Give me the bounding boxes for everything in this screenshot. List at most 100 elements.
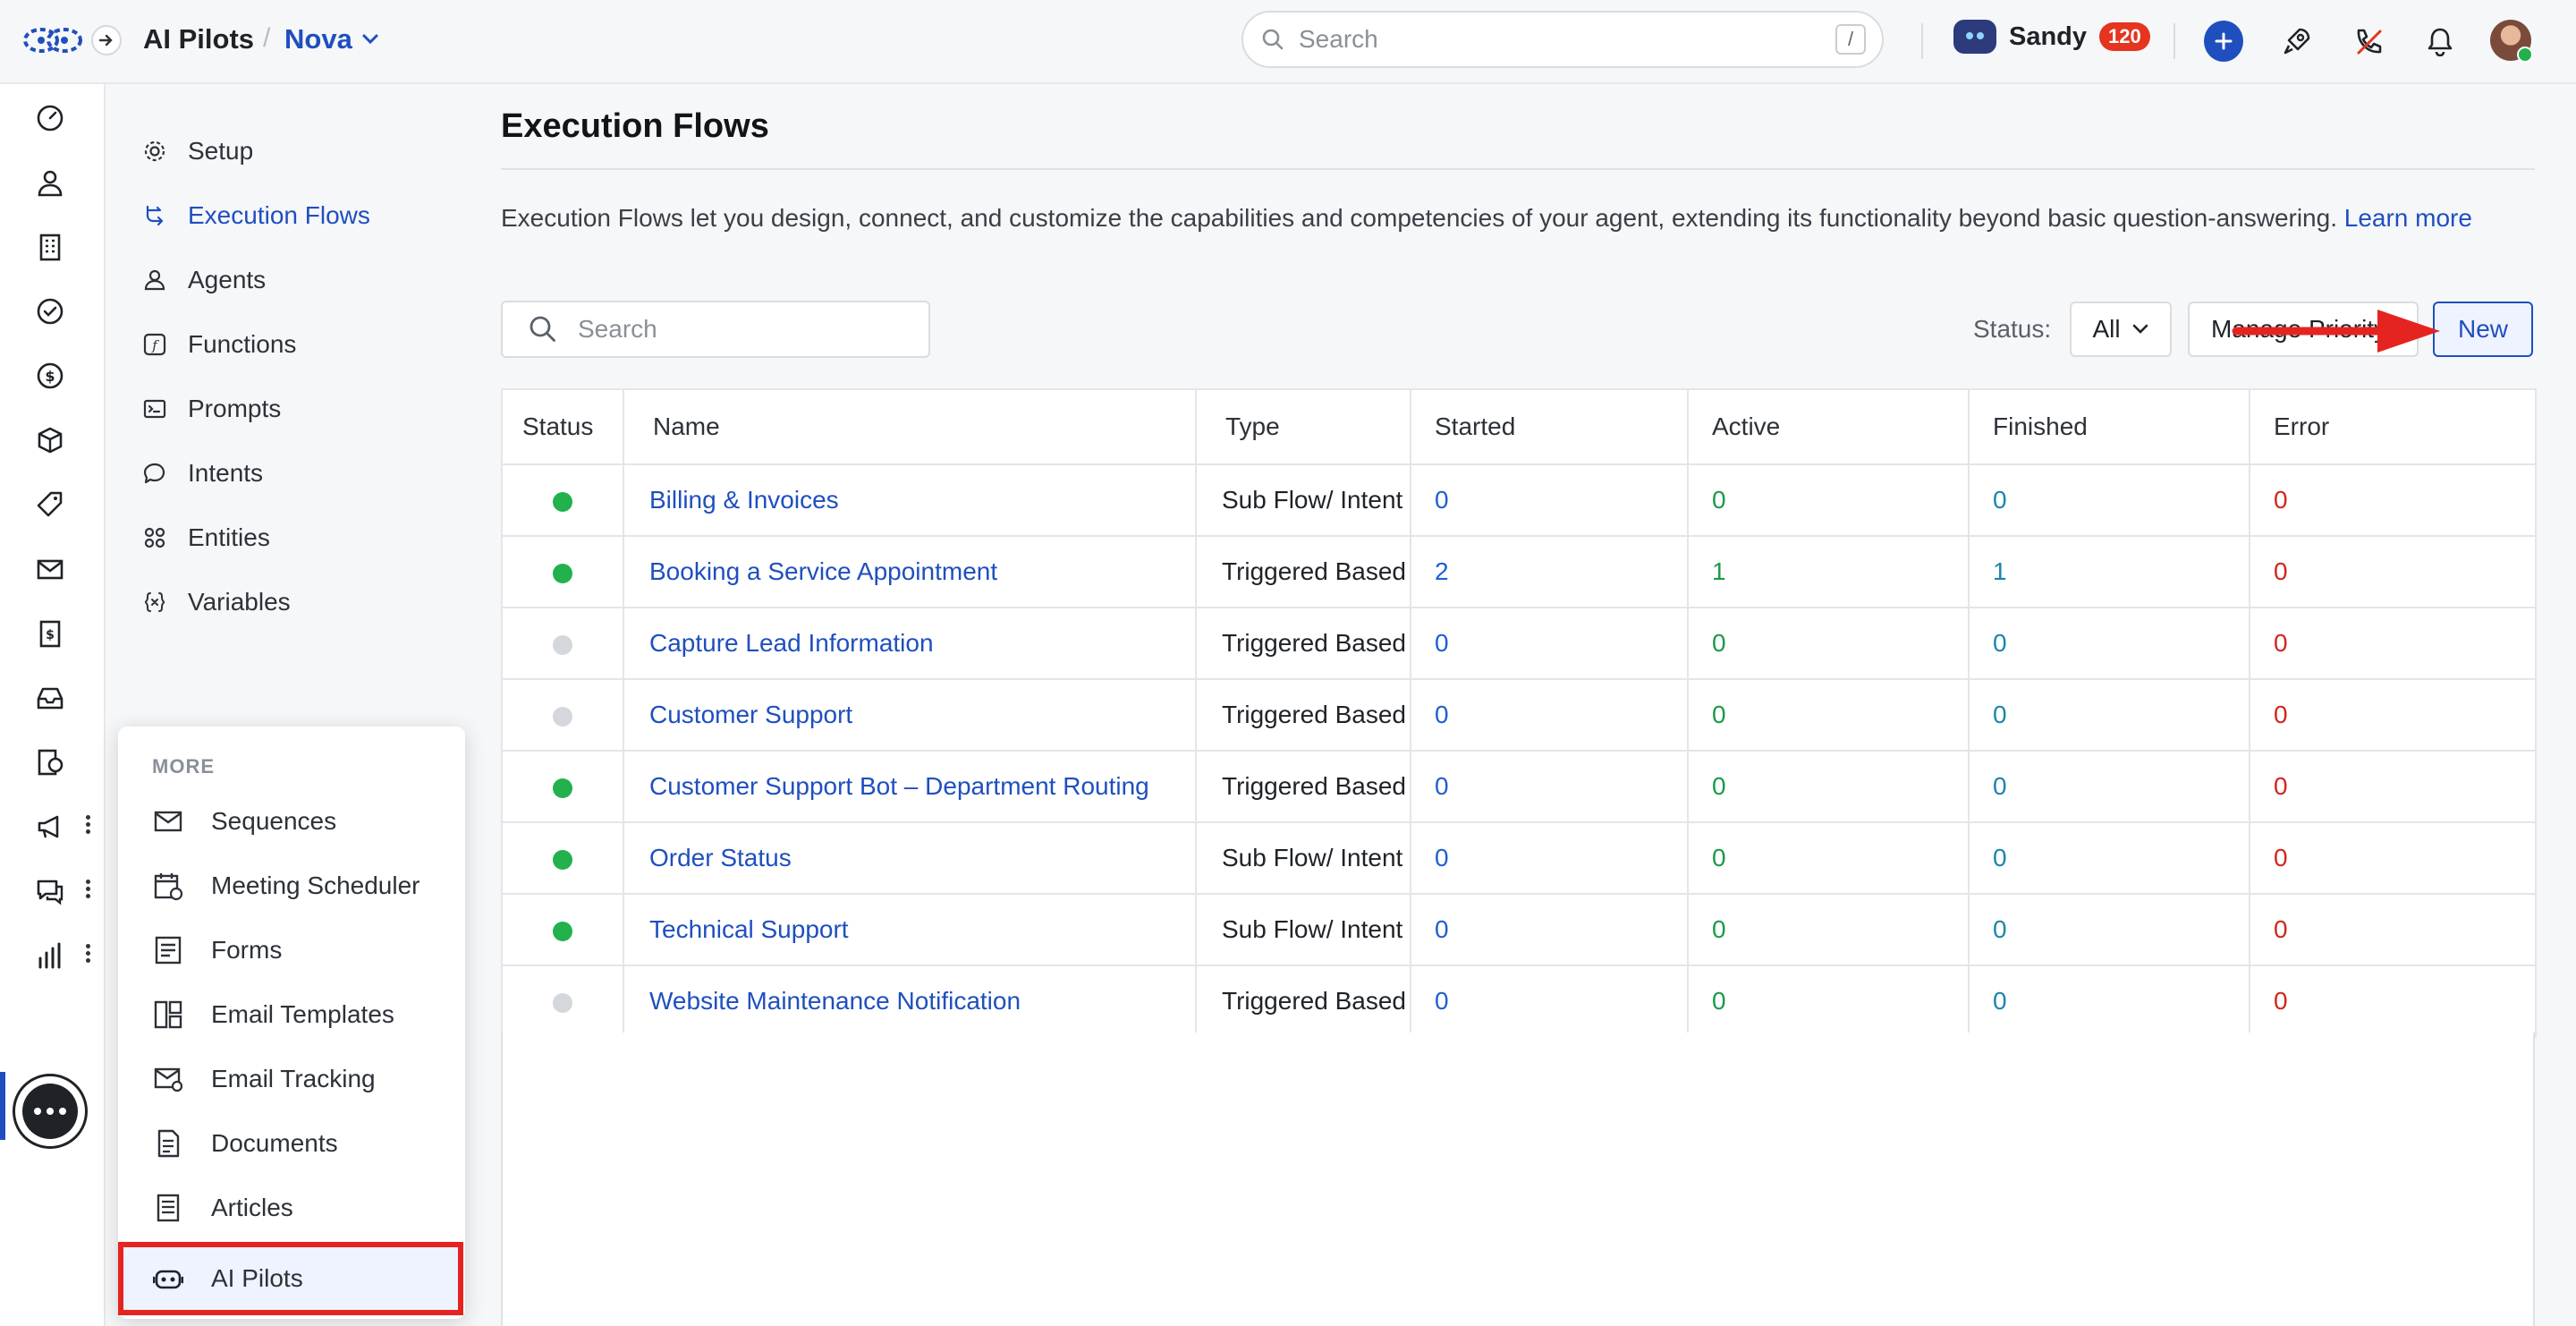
deals-dollar-icon[interactable]: $ [30,356,70,395]
bell-icon[interactable] [2420,21,2460,61]
started-count[interactable]: 0 [1410,678,1689,752]
active-count[interactable]: 0 [1687,893,1970,966]
profile-avatar[interactable] [2490,20,2533,63]
error-count[interactable]: 0 [2249,678,2537,752]
flow-name-link[interactable]: Booking a Service Appointment [623,535,1197,608]
finished-count[interactable]: 0 [1968,678,2250,752]
active-count[interactable]: 0 [1687,750,1970,823]
create-new-button[interactable] [2204,21,2243,62]
started-count[interactable]: 0 [1410,965,1689,1038]
column-header-status[interactable]: Status [501,388,624,465]
error-count[interactable]: 0 [2249,463,2537,537]
finished-count[interactable]: 0 [1968,821,2250,895]
error-count[interactable]: 0 [2249,607,2537,680]
column-header-type[interactable]: Type [1195,388,1411,465]
subnav-item-functions[interactable]: f Functions [141,322,296,367]
table-row[interactable]: Technical Support Sub Flow/ Intent 0 0 0… [501,893,2537,966]
campaigns-megaphone-icon[interactable] [30,807,70,846]
more-item-forms[interactable]: Forms [152,925,282,975]
subnav-item-setup[interactable]: Setup [141,129,253,174]
flow-name-link[interactable]: Capture Lead Information [623,607,1197,680]
invoice-icon[interactable]: $ [30,614,70,653]
column-header-active[interactable]: Active [1687,388,1970,465]
error-count[interactable]: 0 [2249,965,2537,1038]
more-apps-button[interactable] [13,1074,88,1149]
table-row[interactable]: Customer Support Triggered Based 0 0 0 0 [501,678,2537,752]
finished-count[interactable]: 0 [1968,750,2250,823]
started-count[interactable]: 0 [1410,821,1689,895]
rocket-icon[interactable] [2277,21,2317,61]
error-count[interactable]: 0 [2249,750,2537,823]
column-header-started[interactable]: Started [1410,388,1689,465]
subnav-item-variables[interactable]: Variables [141,580,291,625]
table-row[interactable]: Customer Support Bot – Department Routin… [501,750,2537,823]
user-chip[interactable]: Sandy 120 [1953,20,2150,54]
subnav-item-prompts[interactable]: Prompts [141,387,281,431]
more-item-sequences[interactable]: Sequences [152,796,336,846]
active-count[interactable]: 0 [1687,607,1970,680]
products-box-icon[interactable] [30,421,70,460]
error-count[interactable]: 0 [2249,535,2537,608]
app-switcher[interactable]: Nova [284,23,379,55]
more-item-ai-pilots[interactable]: AI Pilots [118,1242,463,1315]
subnav-item-agents[interactable]: Agents [141,258,266,302]
table-row[interactable]: Booking a Service Appointment Triggered … [501,535,2537,608]
more-item-meeting-scheduler[interactable]: Meeting Scheduler [152,861,419,911]
started-count[interactable]: 2 [1410,535,1689,608]
error-count[interactable]: 0 [2249,821,2537,895]
brand-logo-icon[interactable] [21,20,84,61]
started-count[interactable]: 0 [1410,607,1689,680]
active-count[interactable]: 0 [1687,965,1970,1038]
flows-search-input[interactable]: Search [501,301,930,358]
subnav-item-entities[interactable]: Entities [141,515,270,560]
column-header-finished[interactable]: Finished [1968,388,2250,465]
table-row[interactable]: Capture Lead Information Triggered Based… [501,607,2537,680]
subnav-item-intents[interactable]: Intents [141,451,263,496]
flow-name-link[interactable]: Website Maintenance Notification [623,965,1197,1038]
chat-more-icon[interactable] [84,877,91,904]
flow-name-link[interactable]: Order Status [623,821,1197,895]
started-count[interactable]: 0 [1410,893,1689,966]
phone-off-icon[interactable] [2349,21,2388,61]
active-count[interactable]: 0 [1687,463,1970,537]
flow-name-link[interactable]: Technical Support [623,893,1197,966]
status-filter-select[interactable]: All [2070,302,2172,357]
reports-bar-chart-icon[interactable] [30,936,70,975]
chat-icon[interactable] [30,871,70,911]
finished-count[interactable]: 0 [1968,463,2250,537]
active-count[interactable]: 1 [1687,535,1970,608]
knowledge-base-icon[interactable] [30,743,70,782]
flow-name-link[interactable]: Customer Support [623,678,1197,752]
campaigns-more-icon[interactable] [84,812,91,839]
finished-count[interactable]: 0 [1968,965,2250,1038]
started-count[interactable]: 0 [1410,750,1689,823]
learn-more-link[interactable]: Learn more [2344,204,2472,232]
started-count[interactable]: 0 [1410,463,1689,537]
finished-count[interactable]: 0 [1968,893,2250,966]
tag-icon[interactable] [30,485,70,524]
more-item-articles[interactable]: Articles [152,1183,293,1233]
column-header-name[interactable]: Name [623,388,1197,465]
subnav-item-execution-flows[interactable]: Execution Flows [141,193,370,238]
more-item-documents[interactable]: Documents [152,1118,338,1169]
finished-count[interactable]: 0 [1968,607,2250,680]
table-row[interactable]: Billing & Invoices Sub Flow/ Intent 0 0 … [501,463,2537,537]
flow-name-link[interactable]: Billing & Invoices [623,463,1197,537]
inbox-icon[interactable] [30,678,70,718]
reports-more-icon[interactable] [84,941,91,968]
column-header-error[interactable]: Error [2249,388,2537,465]
dashboard-gauge-icon[interactable] [30,98,70,138]
active-count[interactable]: 0 [1687,821,1970,895]
more-item-email-tracking[interactable]: Email Tracking [152,1054,376,1104]
company-building-icon[interactable] [30,227,70,267]
more-item-email-templates[interactable]: Email Templates [152,990,394,1040]
mail-icon[interactable] [30,549,70,589]
table-row[interactable]: Website Maintenance Notification Trigger… [501,965,2537,1038]
tasks-check-icon[interactable] [30,292,70,331]
finished-count[interactable]: 1 [1968,535,2250,608]
expand-sidebar-button[interactable] [91,25,122,55]
active-count[interactable]: 0 [1687,678,1970,752]
error-count[interactable]: 0 [2249,893,2537,966]
contacts-icon[interactable] [30,163,70,202]
table-row[interactable]: Order Status Sub Flow/ Intent 0 0 0 0 [501,821,2537,895]
